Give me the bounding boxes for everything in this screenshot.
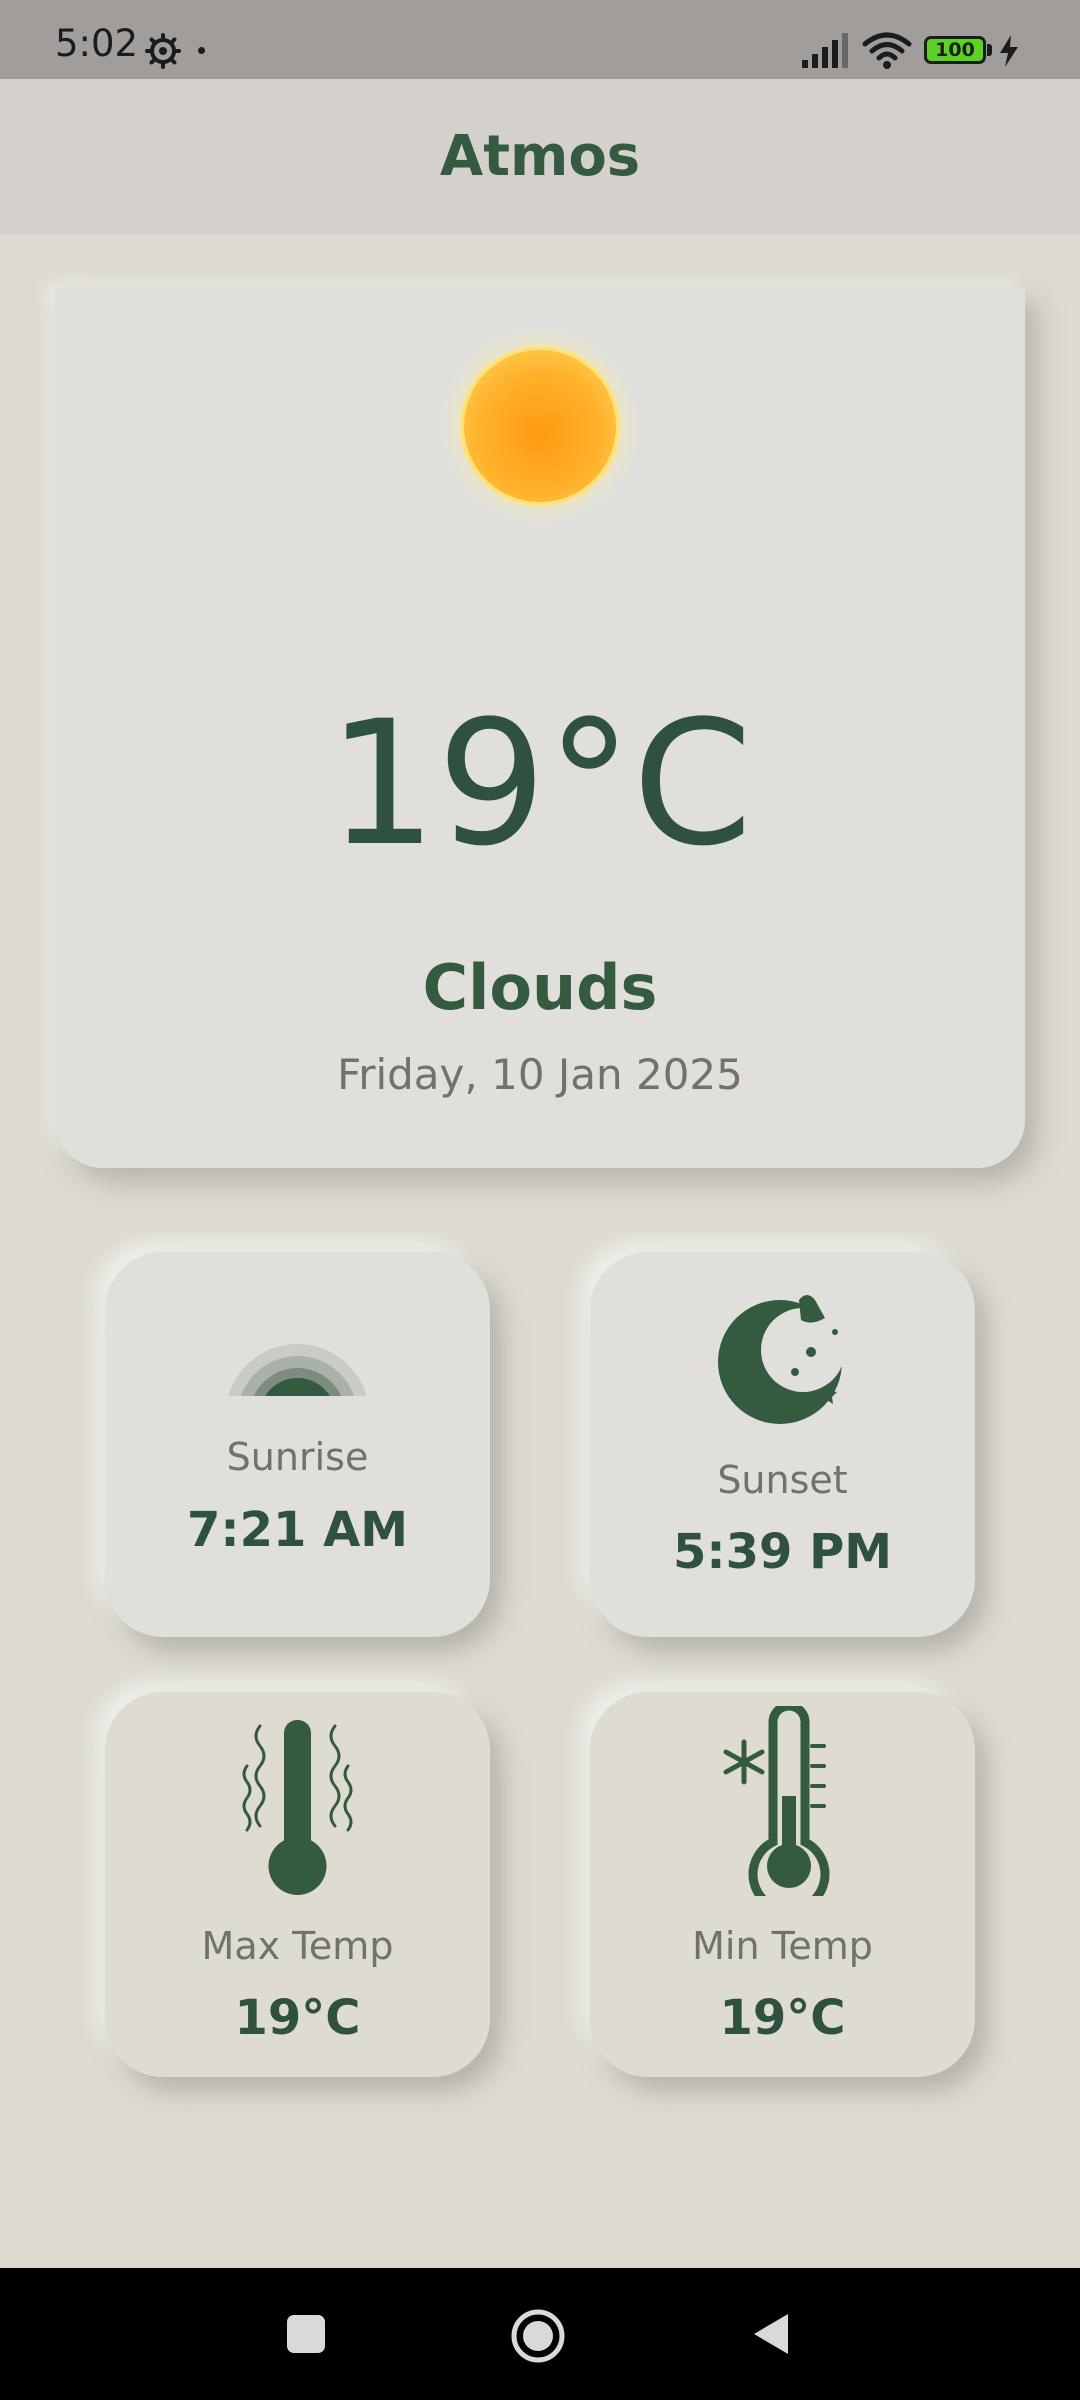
max-temp-tile: Max Temp 19°C bbox=[105, 1692, 490, 2077]
gear-icon bbox=[145, 33, 181, 69]
sunset-tile: Sunset 5:39 PM bbox=[590, 1252, 975, 1637]
navigation-bar bbox=[0, 2268, 1080, 2400]
min-temp-tile: Min Temp 19°C bbox=[590, 1692, 975, 2077]
weather-screen: 5:02 100 Atmos 19°C Clouds Friday, 10 Ja… bbox=[0, 0, 1080, 2400]
min-temp-label: Min Temp bbox=[692, 1924, 873, 1968]
battery-level: 100 bbox=[935, 39, 975, 61]
back-icon[interactable] bbox=[748, 2310, 792, 2358]
sunrise-label: Sunrise bbox=[226, 1435, 369, 1479]
battery-tip bbox=[987, 44, 992, 56]
app-bar: Atmos bbox=[0, 79, 1080, 234]
sunrise-tile: Sunrise 7:21 AM bbox=[105, 1252, 490, 1637]
notification-dot bbox=[198, 47, 205, 54]
min-temp-value: 19°C bbox=[719, 1990, 846, 2046]
battery-icon: 100 bbox=[924, 36, 986, 64]
sunrise-time: 7:21 AM bbox=[186, 1502, 408, 1558]
recents-icon[interactable] bbox=[285, 2313, 327, 2355]
wifi-icon bbox=[862, 32, 912, 69]
max-temp-thermometer-icon bbox=[242, 1720, 353, 1895]
max-temp-label: Max Temp bbox=[201, 1924, 394, 1968]
weather-condition: Clouds bbox=[422, 951, 658, 1024]
current-temperature: 19°C bbox=[327, 683, 753, 884]
status-time: 5:02 bbox=[55, 22, 139, 65]
sun-icon bbox=[440, 326, 640, 526]
max-temp-value: 19°C bbox=[234, 1990, 361, 2046]
current-weather-card: 19°C Clouds Friday, 10 Jan 2025 bbox=[55, 288, 1025, 1168]
home-icon[interactable] bbox=[510, 2308, 566, 2364]
signal-icon bbox=[802, 33, 848, 68]
sunset-time: 5:39 PM bbox=[672, 1524, 893, 1580]
current-date: Friday, 10 Jan 2025 bbox=[337, 1050, 743, 1099]
sunset-label: Sunset bbox=[717, 1458, 848, 1502]
app-title: Atmos bbox=[439, 124, 641, 189]
sunrise-icon bbox=[228, 1344, 367, 1396]
sunset-moon-icon bbox=[718, 1295, 845, 1424]
min-temp-thermometer-icon bbox=[723, 1706, 830, 1896]
charging-icon bbox=[1000, 35, 1018, 67]
status-bar: 5:02 100 bbox=[0, 0, 1080, 79]
